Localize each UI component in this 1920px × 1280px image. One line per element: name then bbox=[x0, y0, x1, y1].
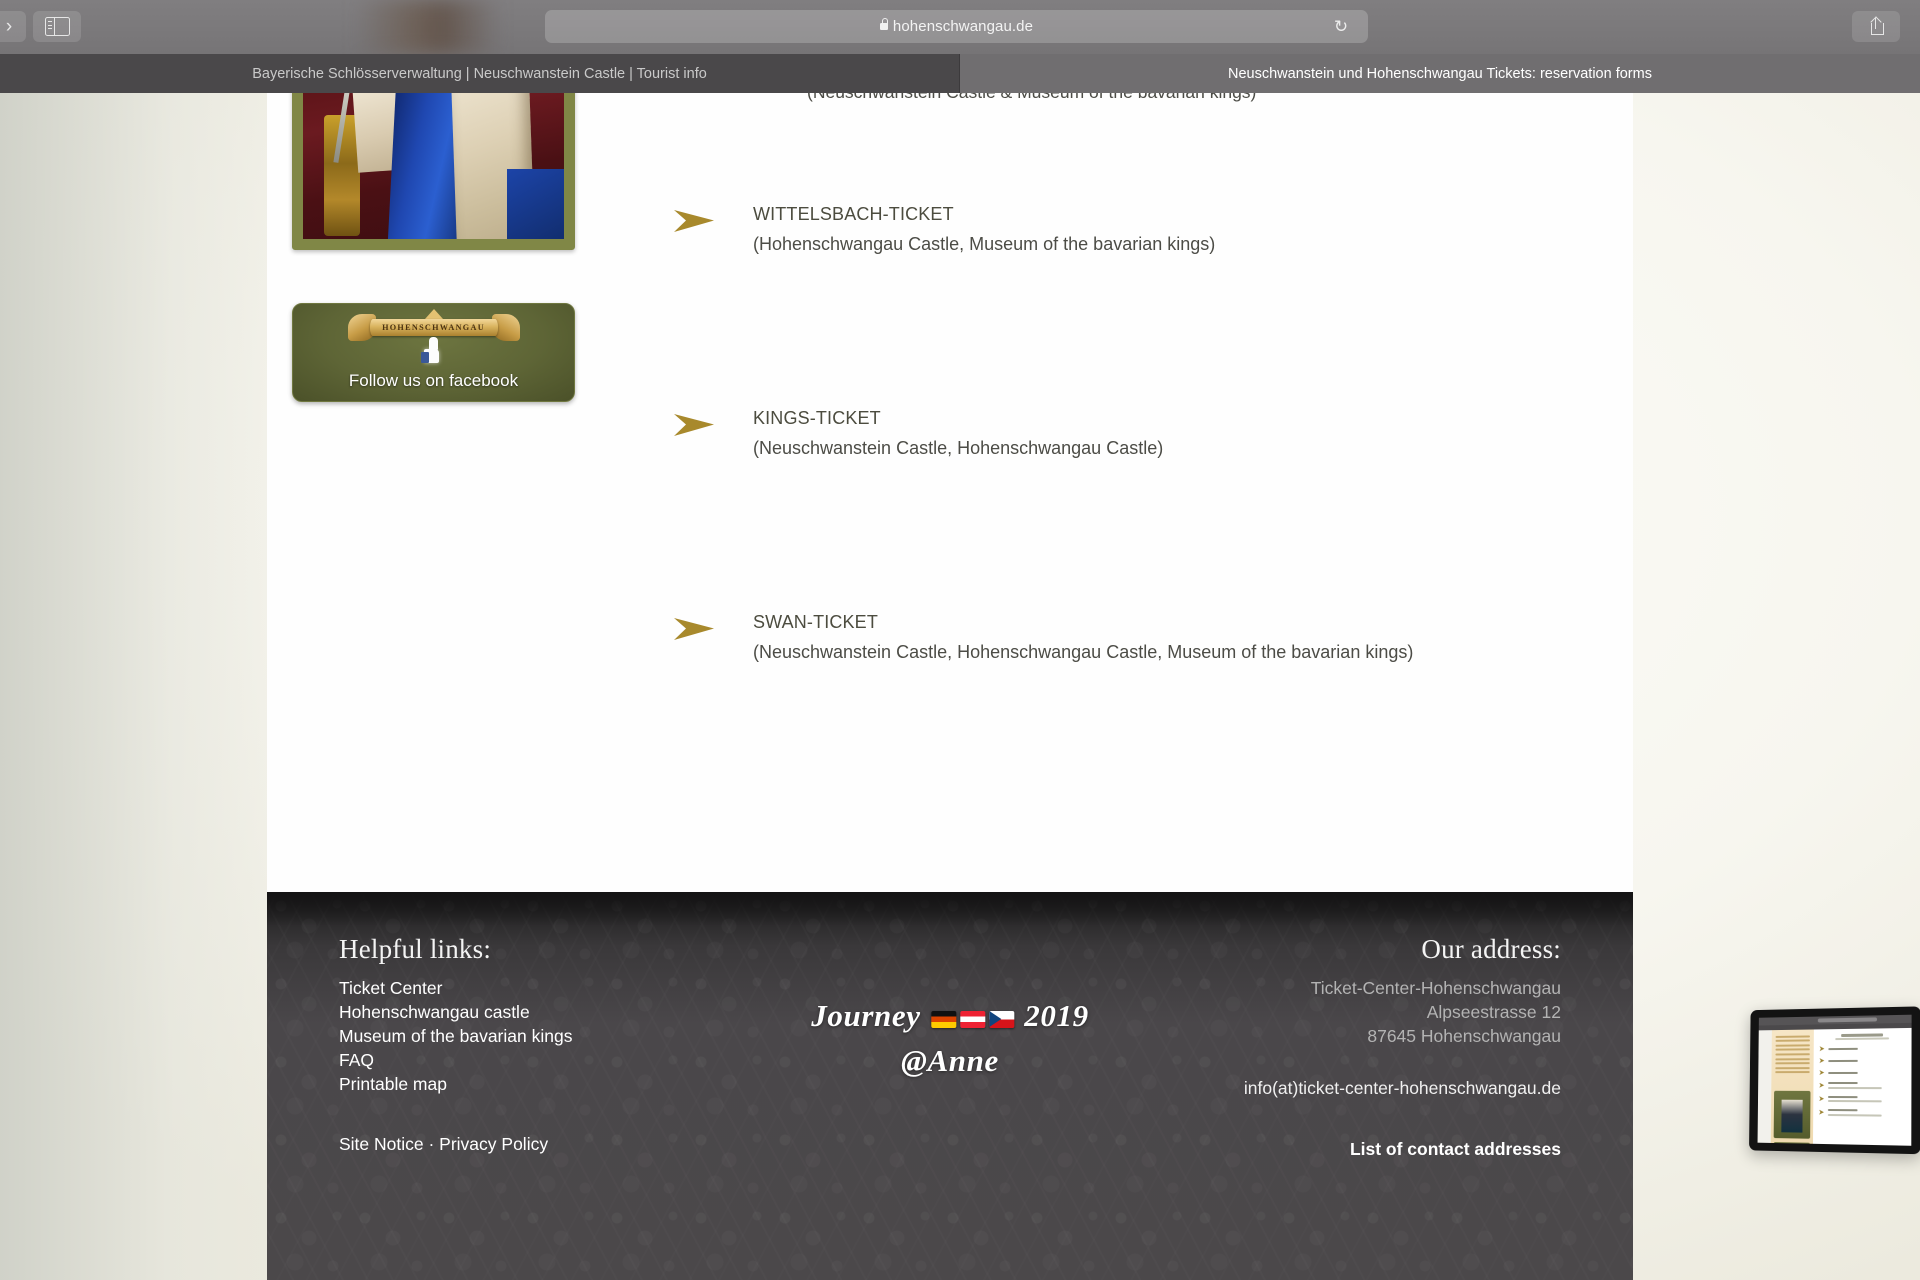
forward-chevron-icon: › bbox=[5, 16, 13, 37]
mini-list-item bbox=[1819, 1070, 1907, 1075]
journey-line-2: @Anne bbox=[901, 1042, 999, 1078]
arrow-bullet-icon bbox=[672, 208, 717, 234]
arrow-bullet-icon bbox=[672, 412, 717, 438]
address-line-3: 87645 Hohenschwangau bbox=[1367, 1026, 1561, 1046]
flag-cz-icon bbox=[988, 1011, 1014, 1028]
address-line-2: Alpseestrasse 12 bbox=[1426, 1002, 1561, 1022]
mini-list-item bbox=[1819, 1058, 1907, 1064]
footer-link-hohenschwangau-castle[interactable]: Hohenschwangau castle bbox=[339, 1002, 530, 1023]
toolbar-blur-artifact bbox=[355, 0, 500, 54]
ticket-subtitle: (Neuschwanstein Castle, Hohenschwangau C… bbox=[753, 642, 1414, 662]
ribbon-band: HOHENSCHWANGAU bbox=[369, 319, 498, 336]
tab-neuschwanstein-tickets[interactable]: Neuschwanstein und Hohenschwangau Ticket… bbox=[960, 54, 1920, 93]
page-body: (Neuschwanstein Castle & Museum of the b… bbox=[267, 93, 1633, 893]
mini-list-item bbox=[1819, 1108, 1907, 1117]
mini-page-subtitle bbox=[1835, 1037, 1890, 1041]
safari-window-chrome: › hohenschwangau.de ↻ Bayerische Schlöss… bbox=[0, 0, 1920, 93]
ribbon-label: HOHENSCHWANGAU bbox=[382, 323, 485, 332]
sidebar-toggle-icon bbox=[44, 17, 70, 36]
footer-link-printable-map[interactable]: Printable map bbox=[339, 1074, 447, 1095]
lock-icon bbox=[879, 18, 889, 30]
share-button[interactable] bbox=[1852, 11, 1900, 42]
arrow-bullet-icon bbox=[672, 616, 717, 642]
flag-at-icon bbox=[959, 1011, 985, 1028]
crown-icon bbox=[424, 309, 443, 319]
url-host: hohenschwangau.de bbox=[892, 18, 1034, 35]
mini-facebook-banner bbox=[1773, 1142, 1811, 1146]
footer-contact-addresses-link[interactable]: List of contact addresses bbox=[1350, 1139, 1561, 1160]
mini-list-item bbox=[1819, 1081, 1907, 1089]
helpful-links-heading: Helpful links: bbox=[339, 934, 492, 964]
mini-page-body bbox=[1757, 1027, 1912, 1146]
facebook-thumbs-up-icon bbox=[420, 337, 447, 363]
browser-toolbar: › hohenschwangau.de ↻ bbox=[0, 0, 1920, 54]
ticket-title: SWAN-TICKET bbox=[753, 612, 878, 632]
mini-left-gutter bbox=[1757, 1030, 1772, 1143]
footer-link-museum-bavarian-kings[interactable]: Museum of the bavarian kings bbox=[339, 1026, 572, 1047]
ticket-title: WITTELSBACH-TICKET bbox=[753, 204, 954, 224]
cut-off-subtitle: (Neuschwanstein Castle & Museum of the b… bbox=[807, 93, 1256, 103]
address-bar[interactable]: hohenschwangau.de ↻ bbox=[545, 10, 1368, 43]
ticket-subtitle: (Hohenschwangau Castle, Museum of the ba… bbox=[753, 234, 1216, 254]
king-ludwig-portrait-image[interactable] bbox=[292, 93, 575, 250]
portrait-blue-drape bbox=[506, 169, 564, 239]
device-preview-screen bbox=[1757, 1014, 1912, 1146]
journey-year: 2019 bbox=[1024, 998, 1089, 1033]
mini-portrait-image bbox=[1773, 1090, 1811, 1139]
footer-email-link[interactable]: info(at)ticket-center-hohenschwangau.de bbox=[1244, 1078, 1561, 1099]
browser-viewport: (Neuschwanstein Castle & Museum of the b… bbox=[267, 93, 1633, 1280]
sidebar-toggle-button[interactable] bbox=[33, 11, 81, 42]
share-icon bbox=[1869, 16, 1884, 36]
mini-list-item bbox=[1819, 1095, 1907, 1103]
mini-list-item bbox=[1820, 1045, 1908, 1051]
footer-link-faq[interactable]: FAQ bbox=[339, 1050, 374, 1071]
reload-icon[interactable]: ↻ bbox=[1332, 18, 1350, 36]
forward-button[interactable]: › bbox=[0, 11, 26, 42]
footer-legal-links[interactable]: Site Notice · Privacy Policy bbox=[339, 1134, 548, 1155]
tab-bar: Bayerische Schlösserverwaltung | Neuschw… bbox=[0, 54, 1920, 93]
flag-de-icon bbox=[930, 1011, 956, 1028]
site-footer: Helpful links: Ticket Center Hohenschwan… bbox=[267, 892, 1633, 1280]
journey-signature: Journey 2019 @Anne bbox=[811, 994, 1088, 1084]
footer-top-shadow bbox=[267, 892, 1633, 926]
journey-line-1: Journey 2019 bbox=[811, 994, 1088, 1039]
device-preview-thumbnail[interactable] bbox=[1749, 1006, 1920, 1155]
tab-bayerische-schloesserverwaltung[interactable]: Bayerische Schlösserverwaltung | Neuschw… bbox=[0, 54, 960, 93]
mini-page-title bbox=[1841, 1033, 1883, 1038]
footer-link-ticket-center[interactable]: Ticket Center bbox=[339, 978, 442, 999]
address-line-1: Ticket-Center-Hohenschwangau bbox=[1310, 978, 1561, 998]
journey-word: Journey bbox=[811, 998, 921, 1033]
follow-us-on-facebook-banner[interactable]: HOHENSCHWANGAU Follow us on facebook bbox=[292, 303, 575, 402]
our-address-heading: Our address: bbox=[1421, 934, 1561, 964]
mini-main-column bbox=[1813, 1028, 1912, 1146]
ticket-subtitle: (Neuschwanstein Castle, Hohenschwangau C… bbox=[753, 438, 1164, 458]
ticket-title: KINGS-TICKET bbox=[753, 408, 881, 428]
address-bar-text: hohenschwangau.de bbox=[879, 18, 1034, 35]
facebook-banner-label: Follow us on facebook bbox=[348, 371, 519, 390]
